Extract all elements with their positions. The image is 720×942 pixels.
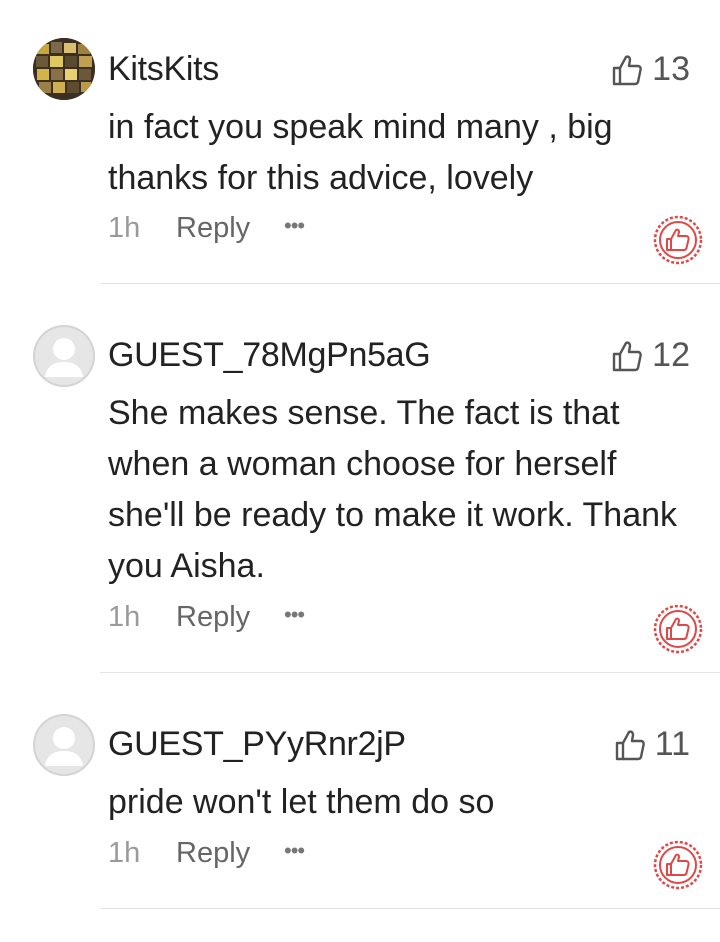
comment-username[interactable]: GUEST_78MgPn5aG — [108, 336, 431, 375]
comment-text: pride won't let them do so — [108, 783, 495, 821]
comment-timestamp: 1h — [108, 212, 141, 244]
reply-button[interactable]: Reply — [176, 601, 284, 634]
user-avatar[interactable] — [33, 38, 95, 100]
comment-divider — [100, 908, 720, 909]
more-options-button[interactable]: ••• — [284, 603, 305, 626]
comment-username[interactable]: GUEST_PYyRnr2jP — [108, 725, 406, 764]
user-avatar[interactable] — [33, 714, 95, 776]
reaction-stamp-icon[interactable] — [652, 214, 704, 266]
comment-timestamp: 1h — [108, 837, 141, 869]
comment-meta: 1h Reply ••• — [108, 837, 305, 870]
comment-divider — [100, 672, 720, 673]
comment-meta: 1h Reply ••• — [108, 212, 305, 245]
reaction-stamp-icon[interactable] — [652, 839, 704, 891]
reaction-stamp-icon[interactable] — [652, 603, 704, 655]
user-photo-avatar-icon — [33, 38, 95, 100]
reply-button[interactable]: Reply — [176, 837, 284, 870]
thumbs-up-outline-icon — [612, 54, 642, 85]
comment-text: She makes sense. The fact is that when a… — [108, 394, 678, 585]
guest-avatar-icon — [45, 727, 83, 766]
reply-button[interactable]: Reply — [176, 212, 284, 245]
comment-timestamp: 1h — [108, 601, 141, 633]
comment-meta: 1h Reply ••• — [108, 601, 305, 634]
thumbs-up-outline-icon — [612, 340, 642, 371]
like-button[interactable]: 12 — [612, 336, 690, 375]
comment-divider — [100, 283, 720, 284]
like-count: 12 — [652, 336, 690, 374]
like-button[interactable]: 13 — [612, 50, 690, 89]
like-count: 13 — [652, 50, 690, 88]
comment-username[interactable]: KitsKits — [108, 50, 219, 89]
user-avatar[interactable] — [33, 325, 95, 387]
comment-text: in fact you speak mind many , big thanks… — [108, 108, 613, 197]
thumbs-up-outline-icon — [615, 729, 645, 760]
more-options-button[interactable]: ••• — [284, 214, 305, 237]
like-button[interactable]: 11 — [615, 725, 690, 764]
like-count: 11 — [654, 725, 690, 763]
guest-avatar-icon — [45, 338, 83, 377]
more-options-button[interactable]: ••• — [284, 839, 305, 862]
